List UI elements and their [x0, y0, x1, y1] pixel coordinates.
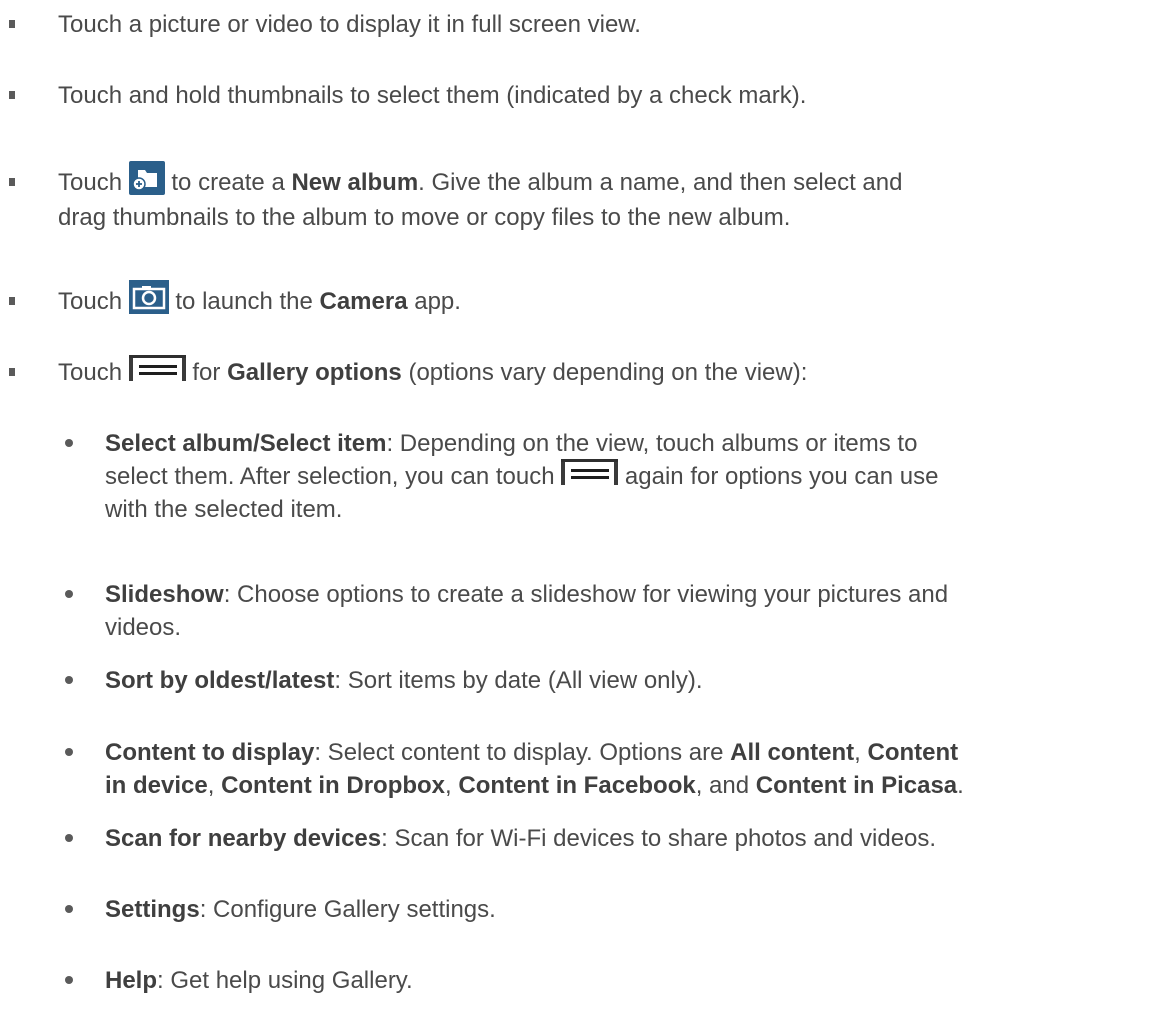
- item-text-line2: drag thumbnails to the album to move or …: [58, 203, 791, 231]
- option-text: Settings: Configure Gallery settings.: [105, 896, 496, 923]
- option-label: Select album/Select item: [105, 430, 387, 457]
- option-label: Slideshow: [105, 581, 224, 608]
- square-bullet: [9, 368, 15, 376]
- option-text: Help: Get help using Gallery.: [105, 967, 413, 994]
- option-label: Sort by oldest/latest: [105, 667, 335, 694]
- dot-bullet: [65, 905, 73, 913]
- item-text-post: (options vary depending on the view):: [408, 359, 808, 386]
- option-text: Select album/Select item: Depending on t…: [105, 430, 939, 523]
- item-text: Touch a picture or video to display it i…: [58, 11, 641, 38]
- option-text: Slideshow: Choose options to create a sl…: [105, 581, 949, 641]
- camera-label: Camera: [319, 288, 408, 315]
- dot-bullet: [65, 834, 73, 842]
- option-label: Settings: [105, 896, 200, 923]
- dot-bullet: [65, 676, 73, 684]
- option-label: Help: [105, 967, 158, 994]
- item-text-mid: to launch the: [175, 288, 313, 315]
- item-text-pre: Touch: [58, 288, 123, 315]
- option-label: Scan for nearby devices: [105, 825, 382, 852]
- new-album-label: New album: [291, 169, 419, 196]
- item-text: Touch and hold thumbnails to select them…: [58, 82, 807, 109]
- option-text: Sort by oldest/latest: Sort items by dat…: [105, 667, 703, 694]
- menu-icon: [561, 458, 619, 485]
- camera-icon: [128, 279, 169, 314]
- dot-bullet: [65, 976, 73, 984]
- item-text-mid: for: [192, 359, 221, 386]
- option-text: Scan for nearby devices: Scan for Wi-Fi …: [105, 825, 937, 852]
- square-bullet: [9, 91, 15, 99]
- dot-bullet: [65, 590, 73, 598]
- option-label: Content to display: [105, 739, 315, 766]
- item-text-post: app.: [414, 288, 461, 315]
- item-text-post: . Give the album a name, and then select…: [418, 169, 903, 196]
- gallery-options-label: Gallery options: [227, 359, 402, 386]
- dot-bullet: [65, 439, 73, 447]
- dot-bullet: [65, 748, 73, 756]
- new-album-icon: [128, 160, 165, 195]
- square-bullet: [9, 20, 15, 28]
- item-text: Touch to launch the Camera app.: [58, 279, 1148, 320]
- menu-icon: [128, 354, 186, 381]
- item-text-pre: Touch: [58, 169, 123, 196]
- item-text: Touch to create a New album. Give the al…: [58, 160, 1148, 234]
- square-bullet: [9, 178, 15, 186]
- square-bullet: [9, 297, 15, 305]
- option-text: Content to display: Select content to di…: [105, 739, 964, 799]
- item-text-mid: to create a: [171, 169, 285, 196]
- item-text: Touch for Gallery options (options vary …: [58, 354, 1148, 389]
- item-text-pre: Touch: [58, 359, 123, 386]
